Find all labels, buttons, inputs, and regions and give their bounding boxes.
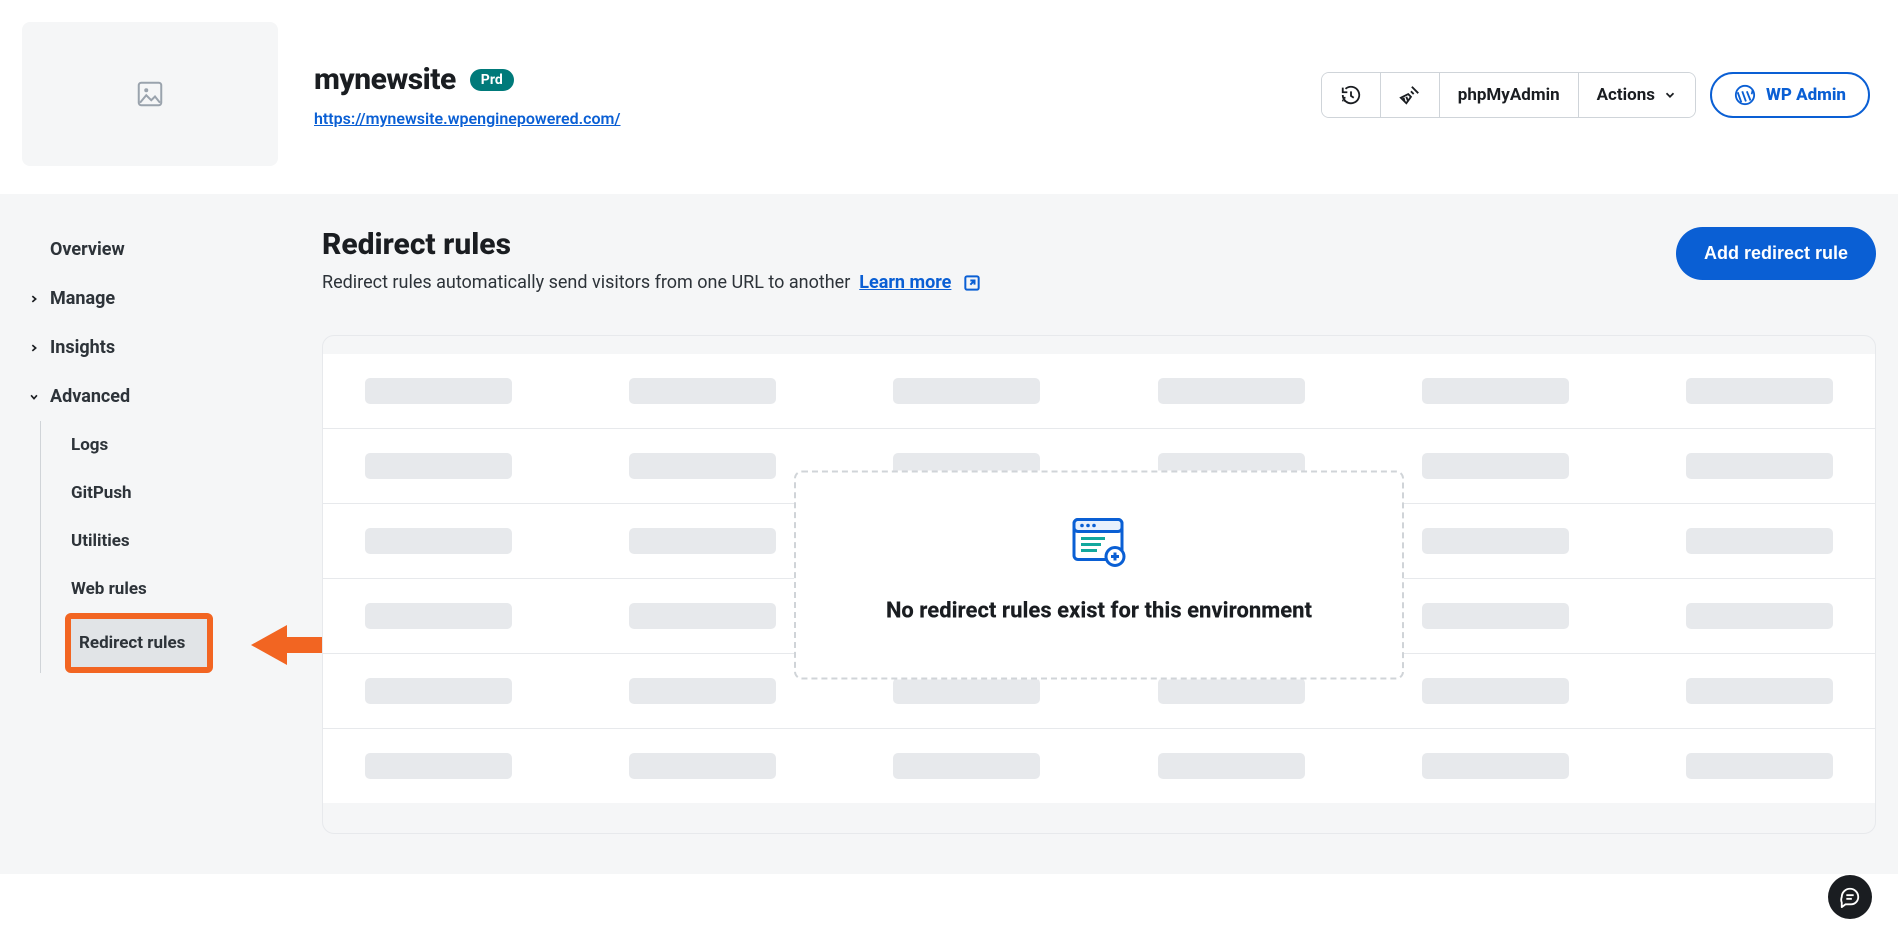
sidebar-item-label: Insights bbox=[50, 337, 115, 358]
add-redirect-rule-button[interactable]: Add redirect rule bbox=[1676, 227, 1876, 280]
clear-cache-button[interactable] bbox=[1380, 73, 1439, 117]
site-thumbnail-placeholder bbox=[22, 22, 278, 166]
external-link-icon bbox=[962, 273, 982, 293]
sidebar-sub-redirect-rules[interactable]: Redirect rules bbox=[71, 619, 207, 667]
sidebar-advanced-submenu: Logs GitPush Utilities Web rules Redirec… bbox=[40, 421, 280, 673]
header-action-group: phpMyAdmin Actions bbox=[1321, 72, 1696, 118]
environment-badge: Prd bbox=[470, 69, 514, 91]
phpmyadmin-button[interactable]: phpMyAdmin bbox=[1439, 73, 1578, 117]
page-description-text: Redirect rules automatically send visito… bbox=[322, 272, 850, 293]
sidebar-item-label: Redirect rules bbox=[79, 633, 185, 653]
sidebar-item-label: Advanced bbox=[50, 386, 130, 407]
rules-table-panel: No redirect rules exist for this environ… bbox=[322, 335, 1876, 834]
sidebar-sub-logs[interactable]: Logs bbox=[41, 421, 280, 469]
page-title: Redirect rules bbox=[322, 227, 982, 262]
restore-backup-button[interactable] bbox=[1322, 73, 1380, 117]
sidebar-item-manage[interactable]: Manage bbox=[0, 274, 280, 323]
sidebar: Overview Manage Insights Advanced Logs bbox=[0, 195, 280, 874]
sidebar-item-advanced[interactable]: Advanced bbox=[0, 372, 280, 421]
phpmyadmin-label: phpMyAdmin bbox=[1458, 85, 1560, 105]
wordpress-icon bbox=[1734, 84, 1756, 106]
sidebar-item-insights[interactable]: Insights bbox=[0, 323, 280, 372]
learn-more-link[interactable]: Learn more bbox=[859, 272, 951, 293]
sidebar-item-label: GitPush bbox=[71, 483, 132, 503]
table-row bbox=[323, 728, 1875, 803]
wp-admin-button[interactable]: WP Admin bbox=[1710, 72, 1870, 118]
wp-admin-label: WP Admin bbox=[1766, 85, 1846, 105]
site-url-link[interactable]: https://mynewsite.wpenginepowered.com/ bbox=[314, 109, 621, 128]
chevron-right-icon bbox=[28, 294, 40, 304]
page-description: Redirect rules automatically send visito… bbox=[322, 272, 982, 293]
sidebar-sub-utilities[interactable]: Utilities bbox=[41, 517, 280, 565]
empty-state-card: No redirect rules exist for this environ… bbox=[794, 470, 1404, 679]
sidebar-sub-gitpush[interactable]: GitPush bbox=[41, 469, 280, 517]
site-name: mynewsite bbox=[314, 62, 456, 97]
empty-state-text: No redirect rules exist for this environ… bbox=[826, 598, 1372, 623]
chevron-right-icon bbox=[28, 343, 40, 353]
chevron-down-icon bbox=[28, 392, 40, 402]
table-row bbox=[323, 354, 1875, 428]
broom-icon bbox=[1399, 84, 1421, 106]
chat-support-button[interactable] bbox=[1828, 875, 1872, 919]
chat-icon bbox=[1839, 886, 1861, 908]
sidebar-item-overview[interactable]: Overview bbox=[0, 225, 280, 274]
image-placeholder-icon bbox=[135, 79, 165, 109]
chevron-down-icon bbox=[1663, 88, 1677, 102]
actions-dropdown[interactable]: Actions bbox=[1578, 73, 1695, 117]
sidebar-item-label: Overview bbox=[50, 239, 125, 260]
sidebar-item-label: Utilities bbox=[71, 531, 130, 551]
sidebar-item-label: Manage bbox=[50, 288, 115, 309]
sidebar-sub-web-rules[interactable]: Web rules bbox=[41, 565, 280, 613]
annotation-highlight-box: Redirect rules bbox=[65, 613, 213, 673]
sidebar-item-label: Web rules bbox=[71, 579, 147, 599]
sidebar-item-label: Logs bbox=[71, 435, 108, 455]
browser-add-icon bbox=[1071, 516, 1127, 568]
actions-label: Actions bbox=[1597, 85, 1655, 105]
history-icon bbox=[1340, 84, 1362, 106]
